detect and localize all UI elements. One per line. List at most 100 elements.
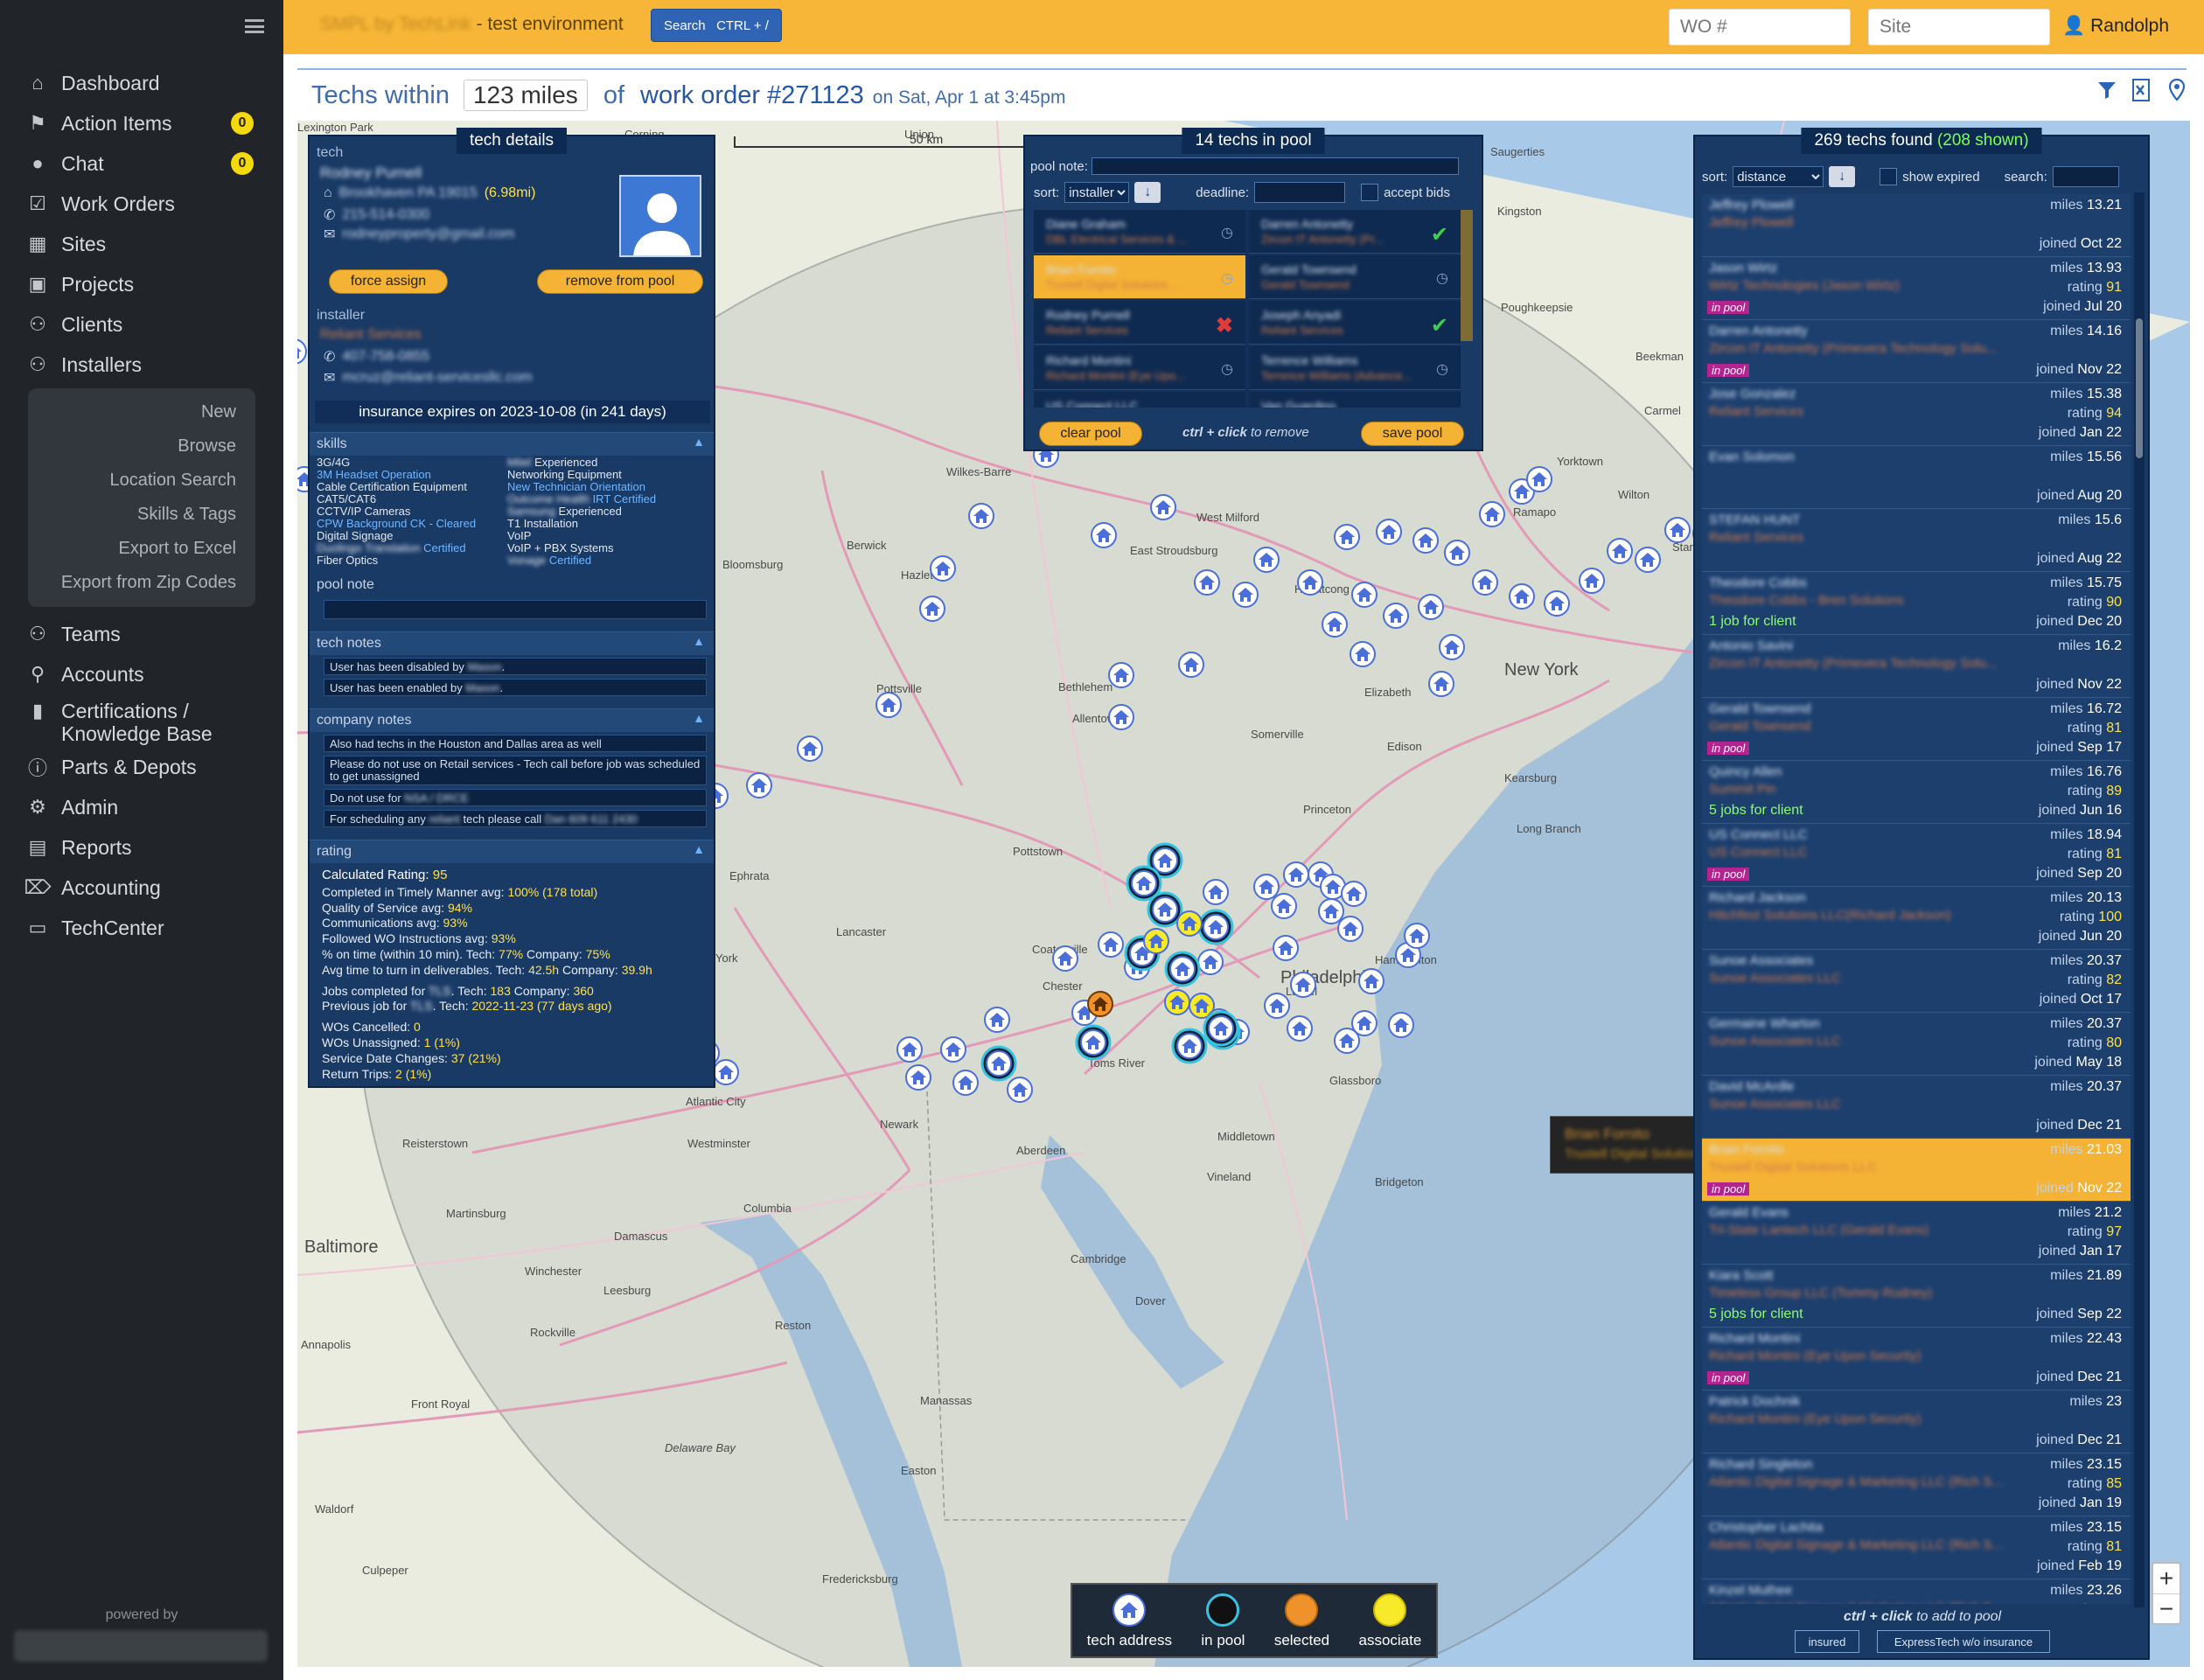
- sidebar-item-sites[interactable]: ▦ Sites: [0, 224, 283, 264]
- tech-address-marker[interactable]: [1098, 931, 1124, 958]
- installer-name[interactable]: Reliant Services: [320, 327, 422, 343]
- pool-tech-cell[interactable]: US Connect LLC: [1034, 392, 1245, 408]
- tech-list-item[interactable]: Evan Solomon miles 15.56 joined Aug 20: [1702, 446, 2131, 509]
- tech-address-marker[interactable]: [1358, 968, 1384, 994]
- site-input[interactable]: [1868, 9, 2050, 45]
- tech-address-marker[interactable]: [1108, 662, 1134, 688]
- deadline-input[interactable]: [1254, 182, 1346, 203]
- tech-address-marker[interactable]: [1664, 517, 1691, 543]
- in-pool-tech-marker[interactable]: [980, 1045, 1017, 1082]
- tech-address-marker[interactable]: [1350, 641, 1376, 667]
- sidebar-item-certifications[interactable]: ▮ Certifications / Knowledge Base: [0, 694, 283, 747]
- tech-address-marker[interactable]: [1472, 569, 1498, 596]
- submenu-item-export-to-excel[interactable]: Export to Excel: [28, 532, 255, 566]
- pool-tech-cell[interactable]: Gerald Townsend Gerald Townsend ◷: [1249, 255, 1461, 299]
- radius-miles-input[interactable]: 123 miles: [463, 80, 588, 111]
- tech-address-marker[interactable]: [1444, 540, 1470, 566]
- tech-address-marker[interactable]: [1439, 634, 1465, 660]
- pool-note-input[interactable]: [324, 600, 707, 619]
- pool-tech-cell[interactable]: Rodney Purnell Reliant Services ✖: [1034, 301, 1245, 345]
- tech-address-marker[interactable]: [1273, 935, 1299, 961]
- tech-address-marker[interactable]: [1197, 949, 1224, 975]
- submenu-item-export-from-zip-codes[interactable]: Export from Zip Codes: [28, 566, 255, 600]
- tech-name[interactable]: Rodney Purnell: [320, 164, 422, 182]
- tech-list-item[interactable]: Christopher Lachita Atlantic Digital Sign…: [1702, 1516, 2131, 1579]
- sidebar-item-action-items[interactable]: ⚑ Action Items 0: [0, 103, 283, 143]
- tech-list-item[interactable]: STEFAN HUNT Reliant Services miles 15.6 joi…: [1702, 509, 2131, 572]
- tech-address-marker[interactable]: [1194, 569, 1220, 596]
- sidebar-item-parts-depots[interactable]: ⓘ Parts & Depots: [0, 747, 283, 787]
- tech-address-marker[interactable]: [905, 1064, 931, 1091]
- submenu-item-new[interactable]: New: [28, 395, 255, 429]
- tech-list-item[interactable]: Darren Antonetty Zircon IT Antonetty (Pri…: [1702, 320, 2131, 383]
- tech-address-marker[interactable]: [1253, 874, 1280, 900]
- zoom-in-button[interactable]: +: [2153, 1564, 2180, 1593]
- tech-list-item[interactable]: Kinzel Muthee Atlantic Digital Signage & …: [1702, 1579, 2131, 1604]
- tech-address-marker[interactable]: [1351, 1010, 1378, 1036]
- skills-section-header[interactable]: skills ▲: [310, 432, 714, 456]
- pool-tech-cell[interactable]: Richard Montini Richard Montini (Eye Upo.…: [1034, 346, 1245, 390]
- tech-address-marker[interactable]: [1091, 522, 1117, 548]
- tech-address-marker[interactable]: [919, 596, 945, 622]
- show-expired-checkbox[interactable]: [1880, 168, 1898, 185]
- tech-address-marker[interactable]: [1376, 519, 1402, 545]
- save-pool-button[interactable]: save pool: [1361, 422, 1464, 446]
- insured-filter-button[interactable]: insured: [1795, 1630, 1859, 1653]
- tech-list-item[interactable]: Richard Montini Richard Montini (Eye Upon…: [1702, 1328, 2131, 1391]
- tech-address-marker[interactable]: [952, 1070, 979, 1096]
- in-pool-tech-marker[interactable]: [1164, 951, 1201, 987]
- tech-list-item[interactable]: US Connect LLC US Connect LLC miles 18.94 r…: [1702, 824, 2131, 887]
- pool-tech-cell[interactable]: Brian Fornito Trustell Digital Solutions …: [1034, 255, 1245, 299]
- tech-address-marker[interactable]: [1428, 671, 1454, 697]
- tech-address-marker[interactable]: [875, 692, 902, 718]
- tech-list-item[interactable]: Kiara Scott Timeless Group LLC (Tommy Rod…: [1702, 1265, 2131, 1328]
- clear-pool-button[interactable]: clear pool: [1039, 422, 1142, 446]
- company-notes-section-header[interactable]: company notes ▲: [310, 708, 714, 732]
- tech-address-marker[interactable]: [940, 1036, 966, 1063]
- tech-address-marker[interactable]: [1544, 590, 1570, 617]
- selected-tech-marker[interactable]: [1087, 991, 1113, 1017]
- pool-tech-cell[interactable]: Darren Antonetty Zircon IT Antonetty (Pr.…: [1249, 210, 1461, 254]
- tech-address-marker[interactable]: [1509, 583, 1535, 610]
- user-menu[interactable]: 👤 Randolph: [2062, 16, 2169, 37]
- installer-phone[interactable]: 407-758-0855: [342, 349, 429, 365]
- global-search-button[interactable]: Search CTRL + /: [651, 9, 782, 42]
- tech-address-marker[interactable]: [984, 1007, 1010, 1033]
- tech-list-item[interactable]: Richard Singleton Atlantic Digital Signag…: [1702, 1453, 2131, 1516]
- tech-address-marker[interactable]: [1526, 466, 1552, 492]
- tech-address-marker[interactable]: [1287, 1015, 1313, 1042]
- tech-address-marker[interactable]: [1418, 594, 1444, 620]
- tech-address-marker[interactable]: [1479, 501, 1505, 527]
- in-pool-tech-marker[interactable]: [1171, 1028, 1208, 1064]
- rating-section-header[interactable]: rating ▲: [310, 840, 714, 863]
- tech-address-marker[interactable]: [1007, 1077, 1033, 1103]
- pool-tech-cell[interactable]: Diane Graham DBL Electrical Services & ..…: [1034, 210, 1245, 254]
- tech-address-marker[interactable]: [1607, 538, 1633, 564]
- associate-tech-marker[interactable]: [1143, 928, 1169, 954]
- tech-phone[interactable]: 215-514-0300: [342, 207, 429, 223]
- tech-address-marker[interactable]: [1635, 547, 1661, 573]
- tech-address-marker[interactable]: [1232, 582, 1259, 608]
- tech-address-marker[interactable]: [1388, 1012, 1414, 1038]
- associate-tech-marker[interactable]: [1176, 910, 1203, 937]
- pool-note-field[interactable]: [1091, 157, 1459, 175]
- in-pool-tech-marker[interactable]: [1075, 1024, 1112, 1061]
- tech-address-marker[interactable]: [1297, 569, 1323, 596]
- sidebar-item-accounts[interactable]: ⚲ Accounts: [0, 654, 283, 694]
- installer-email[interactable]: mcruz@reliant-servicesllc.com: [342, 370, 532, 386]
- sidebar-item-dashboard[interactable]: ⌂ Dashboard: [0, 63, 283, 103]
- sidebar-item-reports[interactable]: ▤ Reports: [0, 827, 283, 868]
- tech-list-item[interactable]: Jeffrey Plowell Jeffrey Plowell miles 13.2…: [1702, 194, 2131, 257]
- pool-tech-cell[interactable]: Terrence Williams Terrence Williams (Adva…: [1249, 346, 1461, 390]
- submenu-item-skills-tags[interactable]: Skills & Tags: [28, 498, 255, 532]
- tech-address-marker[interactable]: [1052, 945, 1078, 972]
- tech-address-marker[interactable]: [968, 503, 994, 529]
- tech-list-item[interactable]: Jose Gonzalez Reliant Services miles 15.38…: [1702, 383, 2131, 446]
- tech-address-marker[interactable]: [1283, 861, 1309, 888]
- remove-from-pool-button[interactable]: remove from pool: [537, 269, 703, 294]
- tech-list-item[interactable]: Antonio Savini Zircon IT Antonetty (Prime…: [1702, 635, 2131, 698]
- in-pool-tech-marker[interactable]: [1197, 909, 1234, 945]
- tech-list-item[interactable]: Sunoe Associates Sunoe Associates LLC mile…: [1702, 950, 2131, 1013]
- submenu-item-browse[interactable]: Browse: [28, 429, 255, 464]
- techs-search-input[interactable]: [2052, 166, 2119, 187]
